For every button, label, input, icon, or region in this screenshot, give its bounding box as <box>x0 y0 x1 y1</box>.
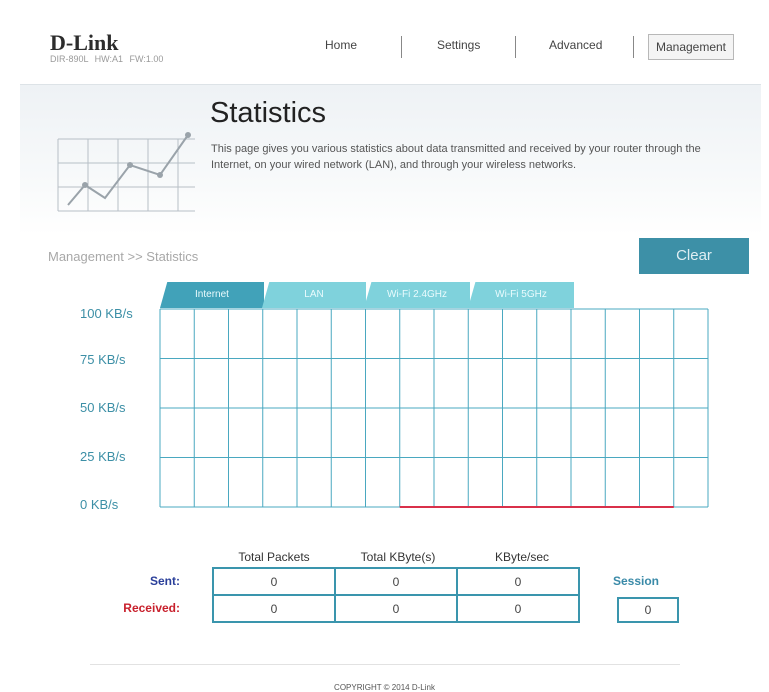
received-total-packets: 0 <box>212 594 336 623</box>
session-value: 0 <box>617 597 679 623</box>
nav-divider <box>633 36 634 58</box>
clear-button[interactable]: Clear <box>639 238 749 274</box>
tab-wifi-5ghz[interactable]: Wi-Fi 5GHz <box>468 282 574 308</box>
footer-divider <box>90 664 680 665</box>
breadcrumb: Management >> Statistics <box>48 249 199 264</box>
column-header: KByte/sec <box>494 550 550 564</box>
received-label: Received: <box>123 601 180 615</box>
y-tick-label: 75 KB/s <box>80 352 126 367</box>
page-title: Statistics <box>210 97 327 129</box>
line-chart-icon <box>57 132 195 212</box>
chart-grid <box>159 308 709 508</box>
table-row: 0 0 0 <box>212 567 580 596</box>
session-label: Session <box>612 574 660 588</box>
nav-divider <box>401 36 402 58</box>
y-tick-label: 0 KB/s <box>80 497 119 512</box>
stats-table: 0 0 0 0 0 0 <box>212 567 580 623</box>
page-description: This page gives you various statistics a… <box>211 143 701 171</box>
model-info: DIR-890L HW:A1 FW:1.00 <box>50 54 164 64</box>
tab-internet[interactable]: Internet <box>160 282 264 308</box>
sent-total-kbytes: 0 <box>334 567 458 596</box>
received-kbyte-sec: 0 <box>456 594 580 623</box>
sent-label: Sent: <box>150 574 180 588</box>
sent-total-packets: 0 <box>212 567 336 596</box>
received-total-kbytes: 0 <box>334 594 458 623</box>
table-row: 0 0 0 <box>212 594 580 623</box>
y-tick-label: 100 KB/s <box>80 306 133 321</box>
y-tick-label: 50 KB/s <box>80 400 126 415</box>
traffic-chart <box>159 308 709 508</box>
dlink-logo: D-Link <box>50 30 119 55</box>
tab-lan[interactable]: LAN <box>262 282 366 308</box>
sent-kbyte-sec: 0 <box>456 567 580 596</box>
nav-management[interactable]: Management <box>648 34 734 60</box>
nav-settings[interactable]: Settings <box>437 38 480 52</box>
nav-divider <box>515 36 516 58</box>
y-tick-label: 25 KB/s <box>80 449 126 464</box>
nav-home[interactable]: Home <box>325 38 357 52</box>
tab-wifi-24ghz[interactable]: Wi-Fi 2.4GHz <box>364 282 470 308</box>
nav-advanced[interactable]: Advanced <box>549 38 602 52</box>
column-header: Total Packets <box>238 550 310 564</box>
column-header: Total KByte(s) <box>360 550 436 564</box>
